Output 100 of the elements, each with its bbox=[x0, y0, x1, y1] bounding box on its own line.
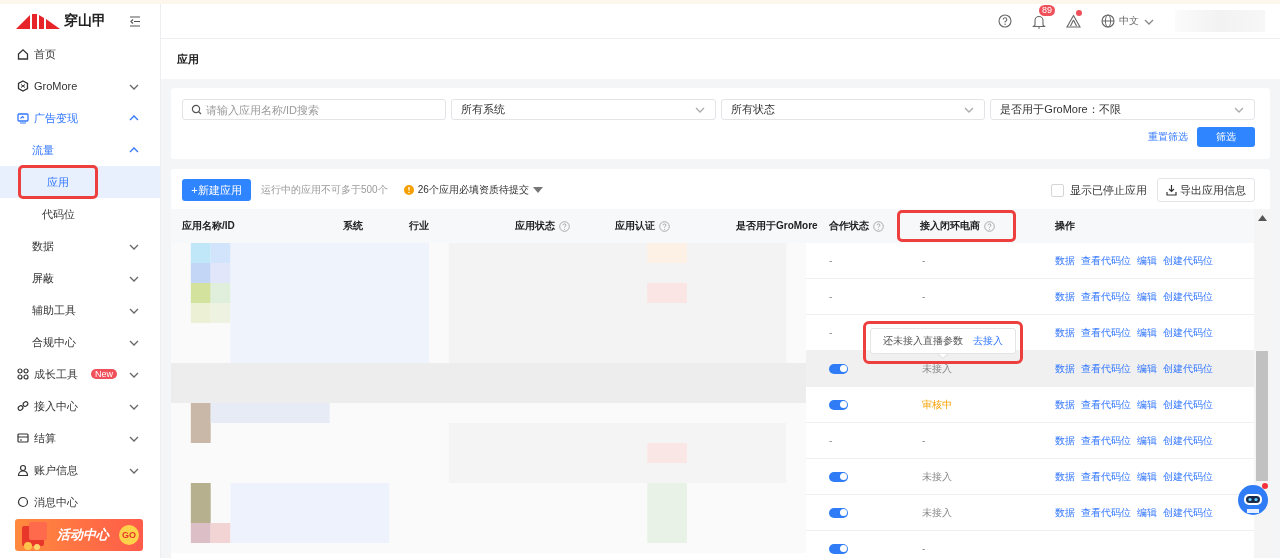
action-link[interactable]: 查看代码位 bbox=[1081, 397, 1131, 412]
action-link[interactable]: 数据 bbox=[1055, 505, 1075, 520]
column-header: 系统 bbox=[343, 219, 363, 233]
select-field[interactable]: 所有系统 bbox=[451, 99, 716, 120]
select-field[interactable]: 所有状态 bbox=[720, 99, 986, 120]
action-link[interactable]: 编辑 bbox=[1137, 253, 1157, 268]
toggle-switch[interactable] bbox=[829, 471, 848, 482]
action-link[interactable]: 数据 bbox=[1055, 361, 1075, 376]
column-header: 接入闭环电商 bbox=[920, 219, 980, 233]
connect-link[interactable]: 去接入 bbox=[973, 334, 1003, 348]
logo-mark-icon bbox=[16, 13, 60, 29]
bell-icon bbox=[1032, 13, 1046, 29]
sidebar-item[interactable]: 数据 bbox=[0, 230, 160, 262]
action-link[interactable]: 编辑 bbox=[1137, 361, 1157, 376]
sidebar-item[interactable]: 首页 bbox=[0, 38, 160, 70]
scrollbar[interactable] bbox=[1254, 209, 1270, 558]
banner-title: 活动中心 bbox=[57, 526, 111, 544]
column-header: 行业 bbox=[409, 219, 429, 233]
table-cell: - bbox=[922, 291, 926, 302]
action-link[interactable]: 数据 bbox=[1055, 397, 1075, 412]
qualification-warning[interactable]: 26个应用必填资质待提交 bbox=[403, 183, 543, 197]
action-link[interactable]: 创建代码位 bbox=[1163, 505, 1213, 520]
scrollbar-thumb[interactable] bbox=[1256, 351, 1268, 481]
checkbox[interactable] bbox=[1051, 183, 1064, 197]
action-link[interactable]: 数据 bbox=[1055, 433, 1075, 448]
action-link[interactable]: 编辑 bbox=[1137, 325, 1157, 340]
action-link[interactable]: 创建代码位 bbox=[1163, 325, 1213, 340]
checkbox-label: 显示已停止应用 bbox=[1070, 182, 1147, 198]
action-link[interactable]: 查看代码位 bbox=[1081, 289, 1131, 304]
sidebar-item[interactable]: 辅助工具 bbox=[0, 294, 160, 326]
promo-banner[interactable]: 活动中心 GO bbox=[15, 519, 143, 551]
action-link[interactable]: 编辑 bbox=[1137, 289, 1157, 304]
select-field[interactable]: 是否用于GroMore：不限 bbox=[990, 99, 1255, 120]
robot-icon[interactable] bbox=[1236, 482, 1270, 516]
search-field[interactable]: 请输入应用名称/ID搜索 bbox=[182, 99, 446, 120]
action-link[interactable]: 数据 bbox=[1055, 325, 1075, 340]
table-cell: 未接入 bbox=[922, 505, 952, 520]
new-app-button[interactable]: +新建应用 bbox=[182, 179, 251, 201]
table-cell: 未接入 bbox=[922, 361, 952, 376]
go-button[interactable]: GO bbox=[119, 525, 139, 545]
sidebar-item[interactable]: 接入中心 bbox=[0, 390, 160, 422]
sidebar-item[interactable]: 流量 bbox=[0, 134, 160, 166]
home-icon bbox=[17, 48, 29, 60]
action-link[interactable]: 创建代码位 bbox=[1163, 397, 1213, 412]
action-link[interactable]: 查看代码位 bbox=[1081, 361, 1131, 376]
sidebar-item[interactable]: 广告变现 bbox=[0, 102, 160, 134]
sidebar-item[interactable]: 结算 bbox=[0, 422, 160, 454]
sidebar-item[interactable]: 消息中心 bbox=[0, 486, 160, 514]
column-header: 操作 bbox=[1055, 219, 1075, 233]
download-icon bbox=[1166, 184, 1177, 196]
table-cell: - bbox=[922, 543, 926, 554]
action-link[interactable]: 编辑 bbox=[1137, 433, 1157, 448]
action-link[interactable]: 数据 bbox=[1055, 469, 1075, 484]
action-link[interactable]: 查看代码位 bbox=[1081, 505, 1131, 520]
sidebar-item[interactable]: GroMore bbox=[0, 70, 160, 102]
action-link[interactable]: 创建代码位 bbox=[1163, 253, 1213, 268]
sidebar-item[interactable]: 应用 bbox=[0, 166, 160, 198]
action-link[interactable]: 数据 bbox=[1055, 253, 1075, 268]
language-selector[interactable]: 中文 bbox=[1101, 14, 1155, 28]
action-link[interactable]: 查看代码位 bbox=[1081, 253, 1131, 268]
action-link[interactable]: 创建代码位 bbox=[1163, 289, 1213, 304]
hexagon-icon bbox=[17, 80, 29, 92]
logo: 穿山甲 bbox=[16, 12, 106, 30]
action-link[interactable]: 查看代码位 bbox=[1081, 469, 1131, 484]
toggle-switch[interactable] bbox=[829, 507, 848, 518]
sidebar-item[interactable]: 成长工具 New bbox=[0, 358, 160, 390]
monitor-icon bbox=[17, 112, 29, 124]
action-link[interactable]: 查看代码位 bbox=[1081, 433, 1131, 448]
sidebar-item[interactable]: 代码位 bbox=[0, 198, 160, 230]
sidebar-item[interactable]: 账户信息 bbox=[0, 454, 160, 486]
action-link[interactable]: 创建代码位 bbox=[1163, 469, 1213, 484]
action-link[interactable]: 创建代码位 bbox=[1163, 433, 1213, 448]
action-link[interactable]: 数据 bbox=[1055, 289, 1075, 304]
table-cell: - bbox=[829, 435, 833, 446]
sidebar-item[interactable]: 合规中心 bbox=[0, 326, 160, 358]
page-title: 应用 bbox=[177, 51, 199, 67]
action-link[interactable]: 查看代码位 bbox=[1081, 325, 1131, 340]
scroll-up-icon bbox=[1257, 215, 1267, 221]
table-cell: - bbox=[829, 255, 833, 266]
action-link[interactable]: 创建代码位 bbox=[1163, 361, 1213, 376]
export-button[interactable]: 导出应用信息 bbox=[1157, 178, 1255, 202]
help-icon bbox=[998, 14, 1012, 28]
warning-icon bbox=[403, 185, 414, 195]
filter-button[interactable]: 筛选 bbox=[1197, 127, 1255, 147]
toggle-switch[interactable] bbox=[829, 363, 848, 374]
action-link[interactable]: 编辑 bbox=[1137, 397, 1157, 412]
sidebar-item[interactable]: 屏蔽 bbox=[0, 262, 160, 294]
table-cell: - bbox=[922, 255, 926, 266]
column-header: 合作状态 bbox=[829, 219, 869, 233]
person-icon bbox=[17, 464, 29, 476]
status-text: 审核中 bbox=[922, 397, 952, 412]
column-header: 应用状态 bbox=[515, 219, 555, 233]
table-cell: - bbox=[829, 327, 833, 338]
globe-icon bbox=[1101, 14, 1115, 28]
action-link[interactable]: 编辑 bbox=[1137, 505, 1157, 520]
table-cell: 未接入 bbox=[922, 469, 952, 484]
reset-link[interactable]: 重置筛选 bbox=[1148, 130, 1188, 144]
action-link[interactable]: 编辑 bbox=[1137, 469, 1157, 484]
toggle-switch[interactable] bbox=[829, 543, 848, 554]
toggle-switch[interactable] bbox=[829, 399, 848, 410]
